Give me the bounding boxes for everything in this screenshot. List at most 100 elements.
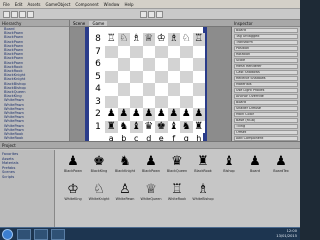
menu-item-window[interactable]: Window: [104, 0, 120, 8]
inspector-row[interactable]: Board: [234, 28, 298, 33]
asset-item[interactable]: ♕ WhiteQueen: [140, 182, 162, 201]
square-e7[interactable]: [155, 45, 168, 58]
square-d8[interactable]: ♕: [142, 33, 155, 46]
square-a2[interactable]: ♟: [105, 108, 118, 121]
pause-button[interactable]: [148, 11, 155, 18]
square-a7[interactable]: [105, 45, 118, 58]
square-a1[interactable]: ♜: [105, 120, 118, 133]
square-f8[interactable]: ♗: [167, 33, 180, 46]
asset-item[interactable]: ♞ BlackKnight: [114, 154, 136, 173]
inspector-row[interactable]: Rotation: [234, 52, 298, 57]
square-g4[interactable]: [180, 83, 193, 96]
square-f6[interactable]: [167, 58, 180, 71]
taskbar-app-monodevelop[interactable]: [51, 229, 65, 240]
square-a8[interactable]: ♖: [105, 33, 118, 46]
inspector-row[interactable]: Mesh Renderer: [234, 64, 298, 69]
inspector-row[interactable]: Tag Untagged: [234, 34, 298, 39]
asset-item[interactable]: ♟ Board: [244, 154, 266, 173]
square-f1[interactable]: ♝: [167, 120, 180, 133]
square-g7[interactable]: [180, 45, 193, 58]
inspector-row[interactable]: Use Light Probes: [234, 88, 298, 93]
asset-item[interactable]: ♛ BlackQueen: [166, 154, 188, 173]
square-b8[interactable]: ♘: [117, 33, 130, 46]
project-tree-item[interactable]: Scripts: [2, 175, 52, 180]
asset-item[interactable]: ♔ WhiteKing: [62, 182, 84, 201]
inspector-row[interactable]: Offset: [234, 130, 298, 135]
square-g5[interactable]: [180, 70, 193, 83]
square-h8[interactable]: ♖: [192, 33, 205, 46]
square-c7[interactable]: [130, 45, 143, 58]
menu-item-help[interactable]: Help: [124, 0, 133, 8]
square-c4[interactable]: [130, 83, 143, 96]
asset-item[interactable]: ♝ Bishop: [218, 154, 240, 173]
square-a6[interactable]: [105, 58, 118, 71]
square-g8[interactable]: ♘: [180, 33, 193, 46]
inspector-row[interactable]: Shader Diffuse: [234, 106, 298, 111]
taskbar-app-explorer[interactable]: [17, 229, 31, 240]
square-h6[interactable]: [192, 58, 205, 71]
tab-scene[interactable]: Scene: [70, 21, 88, 26]
asset-item[interactable]: ♟ BlackPawn: [140, 154, 162, 173]
square-b2[interactable]: ♟: [117, 108, 130, 121]
square-h5[interactable]: [192, 70, 205, 83]
asset-item[interactable]: ♗ WhiteBishop: [192, 182, 214, 201]
inspector-row[interactable]: Materials: [234, 82, 298, 87]
square-d6[interactable]: [142, 58, 155, 71]
square-a4[interactable]: [105, 83, 118, 96]
square-g2[interactable]: ♟: [180, 108, 193, 121]
hand-tool-button[interactable]: [3, 11, 10, 18]
square-g6[interactable]: [180, 58, 193, 71]
square-f2[interactable]: ♟: [167, 108, 180, 121]
scale-tool-button[interactable]: [27, 11, 34, 18]
start-button[interactable]: [2, 229, 13, 240]
menu-item-assets[interactable]: Assets: [27, 0, 40, 8]
asset-item[interactable]: ♜ BlackRook: [192, 154, 214, 173]
square-b5[interactable]: [117, 70, 130, 83]
menu-item-file[interactable]: File: [3, 0, 10, 8]
square-e4[interactable]: [155, 83, 168, 96]
square-d4[interactable]: [142, 83, 155, 96]
square-f3[interactable]: [167, 95, 180, 108]
inspector-row[interactable]: Position: [234, 46, 298, 51]
square-b4[interactable]: [117, 83, 130, 96]
square-a3[interactable]: [105, 95, 118, 108]
inspector-row[interactable]: Cast Shadows: [234, 70, 298, 75]
square-b6[interactable]: [117, 58, 130, 71]
square-c6[interactable]: [130, 58, 143, 71]
square-h7[interactable]: [192, 45, 205, 58]
square-e1[interactable]: ♚: [155, 120, 168, 133]
square-d5[interactable]: [142, 70, 155, 83]
square-e3[interactable]: [155, 95, 168, 108]
chess-board[interactable]: ♖ ♘ ♗ ♕ ♔ ♗ ♘ ♖ ♟ ♟ ♟ ♟ ♟ ♟ ♟ ♟ ♜ ♞ ♝ ♛ ♚ ♝ ♞ ♜: [105, 33, 205, 133]
inspector-row[interactable]: Scale: [234, 58, 298, 63]
asset-item[interactable]: ♖ WhiteRook: [166, 182, 188, 201]
square-c5[interactable]: [130, 70, 143, 83]
inspector-row[interactable]: Main Color: [234, 112, 298, 117]
rotate-tool-button[interactable]: [19, 11, 26, 18]
asset-item[interactable]: ♘ WhiteKnight: [88, 182, 110, 201]
move-tool-button[interactable]: [11, 11, 18, 18]
square-f5[interactable]: [167, 70, 180, 83]
square-d3[interactable]: [142, 95, 155, 108]
asset-item[interactable]: ♚ BlackKing: [88, 154, 110, 173]
inspector-row[interactable]: Anchor Override: [234, 94, 298, 99]
asset-item[interactable]: ♙ WhitePawn: [114, 182, 136, 201]
square-e6[interactable]: [155, 58, 168, 71]
taskbar-app-unity[interactable]: [34, 229, 48, 240]
square-f4[interactable]: [167, 83, 180, 96]
square-c8[interactable]: ♗: [130, 33, 143, 46]
asset-item[interactable]: ♟ BoardTex: [270, 154, 292, 173]
square-e2[interactable]: ♟: [155, 108, 168, 121]
menu-item-gameobject[interactable]: GameObject: [45, 0, 70, 8]
square-d7[interactable]: [142, 45, 155, 58]
square-e8[interactable]: ♔: [155, 33, 168, 46]
square-c2[interactable]: ♟: [130, 108, 143, 121]
square-d2[interactable]: ♟: [142, 108, 155, 121]
menu-item-component[interactable]: Component: [75, 0, 98, 8]
square-g3[interactable]: [180, 95, 193, 108]
square-a5[interactable]: [105, 70, 118, 83]
square-h2[interactable]: ♟: [192, 108, 205, 121]
scene-view[interactable]: Scene Game 87654321 ♖ ♘ ♗ ♕ ♔ ♗ ♘ ♖ ♟ ♟ ♟ ♟ ♟ ♟ ♟ ♟ ♜ ♞ ♝ ♛…: [70, 20, 232, 158]
square-h3[interactable]: [192, 95, 205, 108]
play-button[interactable]: [140, 11, 147, 18]
